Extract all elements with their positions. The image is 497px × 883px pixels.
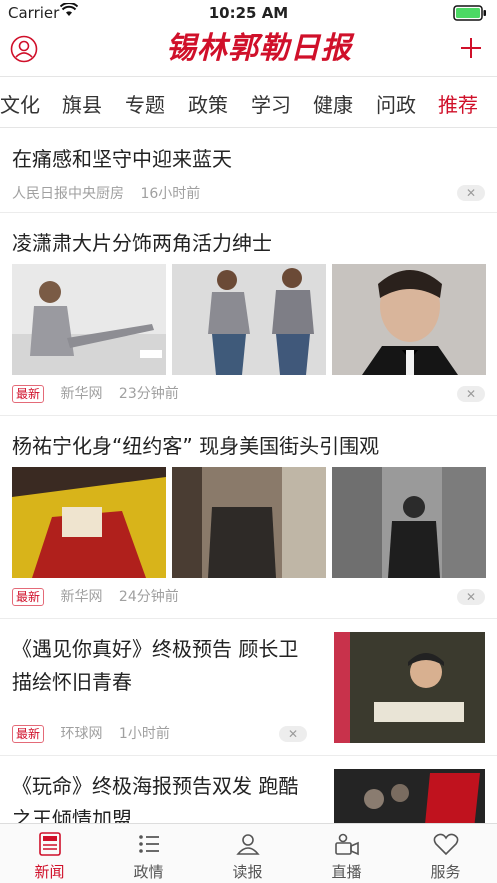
news-source: 新华网 [60,386,103,402]
news-thumbnail[interactable] [172,467,326,578]
news-item[interactable]: 杨祐宁化身“纽约客” 现身美国街头引围观 最新 新华网 24分钟前 ✕ [0,416,497,619]
news-thumbnail[interactable] [12,264,166,375]
user-icon[interactable] [10,35,38,63]
nav-label: 读报 [232,863,263,881]
tab-culture[interactable]: 文化 [0,89,40,118]
news-item[interactable]: 《遇见你真好》终极预告 顾长卫 描绘怀旧青春 最新 环球网 1小时前 ✕ [0,619,497,756]
nav-label: 服务 [430,863,461,881]
news-source: 环球网 [60,726,103,742]
dismiss-button[interactable]: ✕ [457,386,485,402]
tab-counties[interactable]: 旗县 [62,89,102,118]
news-thumbnail[interactable] [332,264,486,375]
news-thumbnail[interactable] [334,769,485,823]
clock: 10:25 AM [208,4,289,22]
news-meta: 人民日报中央厨房 16小时前 [12,183,212,203]
dismiss-button[interactable]: ✕ [279,726,307,742]
news-list: 在痛感和坚守中迎来蓝天 人民日报中央厨房 16小时前 ✕ 凌潇肃大片分饰两角活力… [0,129,497,823]
news-title[interactable]: 在痛感和坚守中迎来蓝天 [12,142,232,176]
news-thumbnail[interactable] [334,632,485,743]
news-thumbnail[interactable] [332,467,486,578]
nav-services[interactable]: 服务 [396,824,495,883]
dismiss-button[interactable]: ✕ [457,589,485,605]
heart-icon [433,833,459,856]
news-title-line2[interactable]: 描绘怀旧青春 [12,665,132,699]
news-title[interactable]: 杨祐宁化身“纽约客” 现身美国街头引围观 [12,429,379,463]
tab-health[interactable]: 健康 [313,89,353,118]
nav-news[interactable]: 新闻 [0,824,99,883]
news-source: 人民日报中央厨房 [12,186,124,202]
app-logo: 锡林郭勒日报 [166,31,352,66]
news-thumbnail[interactable] [12,467,166,578]
news-item[interactable]: 凌潇肃大片分饰两角活力绅士 最新 新华网 23分钟前 ✕ [0,213,497,416]
tab-inquiry[interactable]: 问政 [376,89,416,118]
news-item[interactable]: 《玩命》终极海报预告双发 跑酷 之王倾情加盟 [0,756,497,823]
news-title[interactable]: 《遇见你真好》终极预告 顾长卫 [12,632,298,666]
news-time: 23分钟前 [118,386,179,402]
news-meta: 最新 新华网 23分钟前 [12,383,191,403]
nav-politics[interactable]: 政情 [99,824,198,883]
nav-label: 新闻 [34,863,65,881]
newspaper-icon [39,832,61,856]
news-time: 24分钟前 [118,589,179,605]
news-time: 16小时前 [140,186,201,202]
nav-label: 政情 [133,863,164,881]
tab-recommended[interactable]: 推荐 [438,89,478,118]
news-thumbnail[interactable] [172,264,326,375]
live-camera-icon [335,833,359,856]
status-bar: Carrier 10:25 AM [0,0,497,26]
tab-policy[interactable]: 政策 [188,89,228,118]
add-channel-icon[interactable] [459,36,483,60]
tab-study[interactable]: 学习 [251,89,291,118]
dismiss-button[interactable]: ✕ [457,185,485,201]
news-item[interactable]: 在痛感和坚守中迎来蓝天 人民日报中央厨房 16小时前 ✕ [0,129,497,213]
news-meta: 最新 新华网 24分钟前 [12,586,191,606]
battery-icon [453,5,486,21]
news-title-line2[interactable]: 之王倾情加盟 [12,802,132,823]
channel-tabs: 文化 旗县 专题 政策 学习 健康 问政 推荐 [0,76,497,128]
news-title[interactable]: 凌潇肃大片分饰两角活力绅士 [12,226,272,260]
news-meta: 最新 环球网 1小时前 [12,723,182,743]
news-source: 新华网 [60,589,103,605]
latest-badge: 最新 [12,588,45,606]
list-icon [139,835,159,853]
nav-read-paper[interactable]: 读报 [198,824,297,883]
news-title[interactable]: 《玩命》终极海报预告双发 跑酷 [12,769,298,803]
bottom-nav: 新闻 政情 读报 直播 服务 [0,823,497,883]
reader-icon [236,834,260,855]
nav-live[interactable]: 直播 [297,824,396,883]
latest-badge: 最新 [12,725,45,743]
nav-label: 直播 [331,863,362,881]
tab-topics[interactable]: 专题 [125,89,165,118]
latest-badge: 最新 [12,385,45,403]
app-header: 锡林郭勒日报 [0,26,497,76]
news-time: 1小时前 [118,726,170,742]
